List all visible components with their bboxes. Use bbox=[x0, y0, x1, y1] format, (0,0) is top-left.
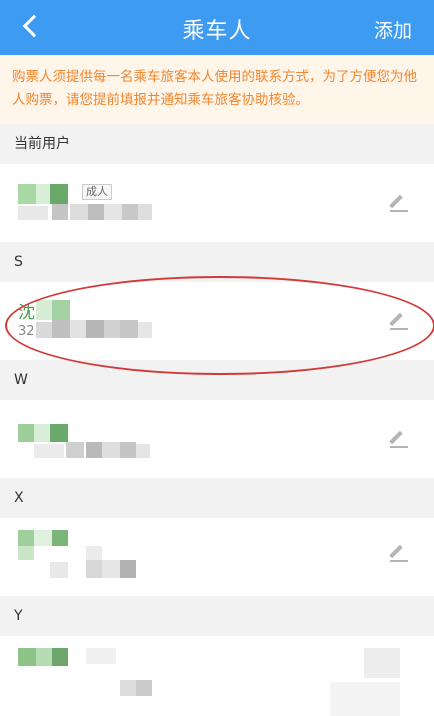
section-header-y: Y bbox=[14, 608, 23, 624]
id-mosaic bbox=[86, 442, 102, 458]
id-mosaic bbox=[86, 648, 116, 664]
passenger-row-y[interactable] bbox=[0, 636, 434, 716]
edit-icon[interactable] bbox=[389, 312, 408, 330]
name-mosaic bbox=[18, 184, 36, 204]
name-mosaic bbox=[18, 648, 36, 666]
name-mosaic bbox=[34, 530, 52, 546]
id-mosaic bbox=[136, 444, 150, 458]
id-mosaic bbox=[138, 204, 152, 220]
id-mosaic bbox=[70, 204, 88, 220]
id-mosaic bbox=[18, 206, 48, 220]
id-mosaic bbox=[104, 204, 122, 220]
id-mosaic bbox=[88, 204, 104, 220]
name-mosaic bbox=[50, 184, 68, 204]
id-mosaic bbox=[102, 560, 120, 578]
id-prefix: 32 bbox=[18, 324, 35, 339]
section-header-w: W bbox=[14, 372, 28, 388]
id-mosaic bbox=[52, 204, 68, 220]
add-passenger-button[interactable]: 添加 bbox=[374, 16, 412, 43]
name-mosaic bbox=[52, 300, 70, 320]
section-header-x: X bbox=[14, 490, 24, 506]
id-mosaic bbox=[136, 680, 152, 696]
id-mosaic bbox=[86, 320, 104, 338]
id-mosaic bbox=[36, 322, 52, 338]
id-mosaic bbox=[104, 320, 120, 338]
name-mosaic bbox=[18, 546, 34, 560]
name-mosaic bbox=[36, 184, 50, 204]
name-mosaic bbox=[18, 424, 34, 442]
id-mosaic bbox=[50, 562, 68, 578]
id-mosaic bbox=[86, 546, 102, 560]
id-mosaic bbox=[122, 204, 138, 220]
passenger-row-x[interactable] bbox=[0, 518, 434, 596]
section-header-current-user: 当前用户 bbox=[14, 136, 70, 152]
notice-text: 购票人须提供每一名乘车旅客本人使用的联系方式，为了方便您为他人购票，请您提前填报… bbox=[12, 69, 417, 108]
section-header-s: S bbox=[14, 254, 23, 270]
nav-bar: 乘车人 添加 bbox=[0, 0, 434, 55]
adult-badge: 成人 bbox=[82, 184, 112, 200]
name-mosaic bbox=[52, 648, 68, 666]
name-mosaic bbox=[36, 300, 52, 320]
edit-area-mosaic bbox=[330, 682, 400, 716]
passenger-row-s[interactable]: 沈 32 bbox=[0, 282, 434, 360]
edit-icon[interactable] bbox=[389, 544, 408, 562]
id-mosaic bbox=[70, 320, 86, 338]
name-mosaic bbox=[36, 648, 52, 666]
id-mosaic bbox=[102, 442, 120, 458]
name-mosaic bbox=[52, 530, 68, 546]
id-mosaic bbox=[120, 680, 136, 696]
id-mosaic bbox=[120, 320, 138, 338]
passenger-row-current[interactable]: 成人 bbox=[0, 164, 434, 242]
id-mosaic bbox=[120, 560, 136, 578]
name-mosaic bbox=[18, 530, 34, 546]
id-mosaic bbox=[120, 442, 136, 458]
id-mosaic bbox=[66, 442, 84, 458]
id-mosaic bbox=[52, 320, 70, 338]
notice-banner: 购票人须提供每一名乘车旅客本人使用的联系方式，为了方便您为他人购票，请您提前填报… bbox=[0, 55, 434, 124]
edit-area-mosaic bbox=[364, 648, 400, 678]
page-title: 乘车人 bbox=[182, 19, 252, 44]
name-mosaic bbox=[34, 424, 50, 442]
edit-icon[interactable] bbox=[389, 194, 408, 212]
passenger-row-w[interactable] bbox=[0, 400, 434, 478]
passenger-surname: 沈 bbox=[18, 303, 35, 323]
id-mosaic bbox=[138, 322, 152, 338]
name-mosaic bbox=[50, 424, 68, 442]
id-mosaic bbox=[86, 560, 102, 578]
edit-icon[interactable] bbox=[389, 430, 408, 448]
id-mosaic bbox=[34, 444, 64, 458]
